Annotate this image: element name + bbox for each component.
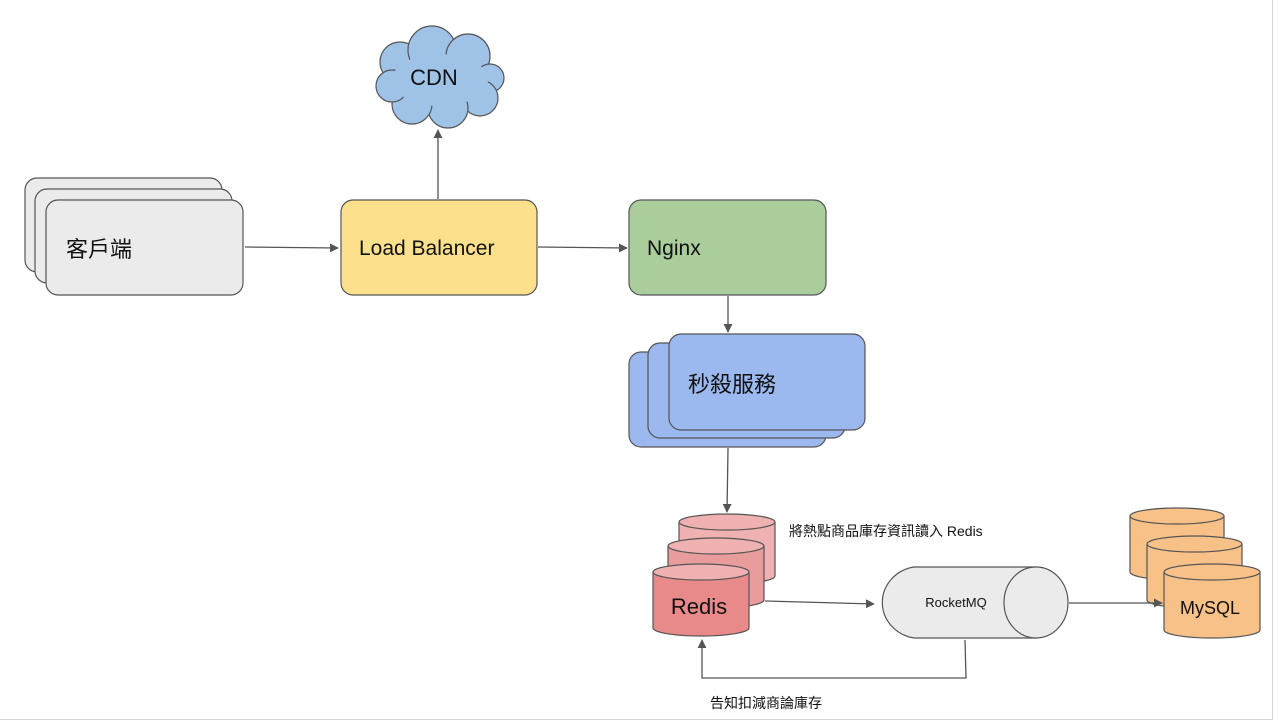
edge-redis-to-rocketmq: [764, 599, 875, 609]
client-node: 客戶端: [24, 177, 244, 296]
rocketmq-label: RocketMQ: [925, 595, 986, 610]
seckill-service-label: 秒殺服務: [688, 372, 776, 397]
edge-lb-to-nginx: [537, 243, 628, 253]
nginx-node: Nginx: [628, 199, 827, 296]
load-balancer-node: Load Balancer: [340, 199, 538, 296]
frame-border-right: [1272, 0, 1273, 720]
edge-client-to-lb: [244, 243, 339, 253]
mysql-node: MySQL: [1129, 507, 1261, 639]
diagram-svg: CDN 客戶端 Load Balancer Nginx 秒殺服務 Redis R…: [24, 25, 1261, 711]
nginx-label: Nginx: [647, 237, 701, 260]
edge-rocketmq-to-redis-feedback: [697, 639, 967, 679]
frame-border-bottom: [0, 719, 1273, 720]
load-balancer-label: Load Balancer: [359, 237, 494, 260]
architecture-diagram: CDN 客戶端 Load Balancer Nginx 秒殺服務 Redis R…: [0, 0, 1279, 726]
redis-node: Redis: [652, 513, 776, 637]
edge-seckill-to-redis: [722, 447, 732, 513]
redis-label: Redis: [671, 594, 727, 619]
feedback-annotation: 告知扣減商論庫存: [710, 695, 822, 711]
seckill-service-node: 秒殺服務: [628, 333, 866, 448]
rocketmq-node: RocketMQ: [881, 566, 1069, 639]
redis-annotation: 將熱點商品庫存資訊讀入 Redis: [789, 523, 983, 539]
mysql-label: MySQL: [1180, 598, 1240, 618]
cdn-label: CDN: [410, 65, 458, 90]
cdn-node: CDN: [375, 25, 505, 129]
client-label: 客戶端: [66, 237, 132, 262]
